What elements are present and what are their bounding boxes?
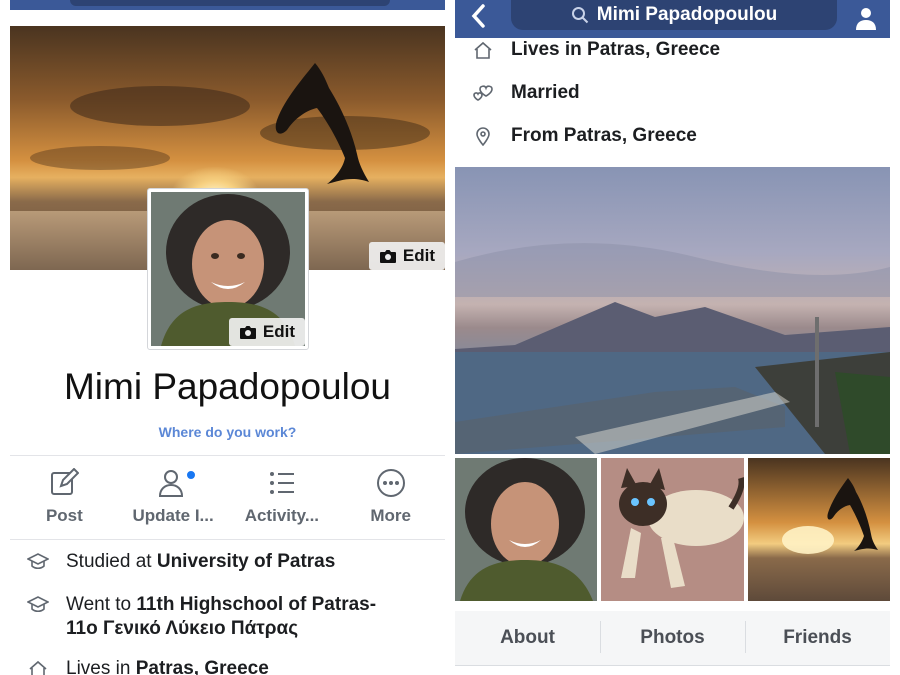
search-value: Mimi Papadopoulou	[596, 4, 778, 25]
sunset-thumbnail	[747, 458, 890, 601]
left-profile-panel: Edit Edit Mimi Papadopoulou Where do you…	[10, 0, 445, 675]
right-about-panel: Mimi Papadopoulou Lives in Patras, Greec…	[455, 0, 890, 675]
intro-prefix: Went to	[66, 594, 137, 615]
notification-dot	[186, 470, 197, 480]
photo-thumbnail-cat[interactable]	[601, 458, 744, 601]
activity-log-label: Activity...	[244, 506, 320, 525]
more-label: More	[370, 506, 411, 525]
info-item-hometown[interactable]: From Patras, Greece	[455, 116, 890, 156]
graduation-cap-icon	[27, 596, 49, 613]
update-info-icon	[159, 470, 184, 497]
profile-actions: Post Update I... Activity... More	[10, 466, 445, 534]
info-text: From Patras, Greece	[511, 125, 697, 146]
intro-item-highschool[interactable]: Went to 11th Highschool of Patras-11ο Γε…	[10, 593, 410, 641]
edit-cover-button[interactable]: Edit	[368, 242, 445, 270]
update-info-label: Update I...	[132, 506, 214, 525]
divider	[10, 539, 445, 540]
divider	[10, 455, 445, 456]
cat-thumbnail	[601, 458, 744, 601]
search-icon	[571, 7, 588, 24]
more-button[interactable]: More	[336, 466, 445, 534]
search-bar[interactable]: Mimi Papadopoulou	[511, 0, 837, 30]
where-do-you-work-link[interactable]: Where do you work?	[10, 424, 445, 440]
intro-value[interactable]: Patras, Greece	[136, 658, 269, 675]
edit-cover-label: Edit	[402, 246, 435, 265]
heart-icon	[473, 85, 493, 101]
edit-profile-picture-button[interactable]: Edit	[228, 318, 305, 346]
info-text: Lives in Patras, Greece	[511, 39, 721, 60]
activity-log-button[interactable]: Activity...	[228, 466, 337, 534]
home-icon	[29, 660, 47, 675]
edit-profile-picture-label: Edit	[262, 322, 295, 341]
graduation-cap-icon	[27, 553, 49, 570]
harbour-landscape	[455, 243, 890, 454]
intro-item-lives[interactable]: Lives in Patras, Greece	[10, 657, 445, 675]
profile-picture[interactable]: Edit	[147, 188, 309, 350]
tab-friends[interactable]: Friends	[745, 621, 890, 653]
compose-icon	[51, 468, 80, 495]
profile-tabs: About Photos Friends	[455, 611, 890, 665]
photo-thumbnails	[455, 458, 890, 601]
home-icon	[474, 41, 492, 59]
search-bar[interactable]	[70, 0, 390, 6]
camera-icon	[239, 325, 256, 339]
intro-value[interactable]: University of Patras	[157, 551, 335, 572]
update-info-button[interactable]: Update I...	[119, 466, 228, 534]
photo-thumbnail-cover[interactable]	[747, 458, 890, 601]
tab-about[interactable]: About	[455, 627, 600, 649]
intro-prefix: Lives in	[66, 658, 136, 675]
post-label: Post	[45, 506, 83, 525]
intro-prefix: Studied at	[66, 551, 157, 572]
featured-photo[interactable]	[455, 167, 890, 454]
portrait-thumbnail	[455, 458, 598, 601]
info-item-relationship[interactable]: Married	[455, 73, 890, 113]
back-arrow-icon[interactable]	[471, 4, 487, 28]
tab-photos[interactable]: Photos	[600, 621, 745, 653]
top-nav-bar	[10, 0, 445, 10]
dolphin-silhouette	[275, 63, 369, 184]
post-button[interactable]: Post	[10, 466, 119, 534]
camera-icon	[379, 249, 396, 263]
profile-name: Mimi Papadopoulou	[63, 366, 392, 407]
more-icon	[376, 469, 405, 497]
person-icon[interactable]	[854, 6, 878, 30]
location-pin-icon	[476, 127, 490, 146]
intro-item-education[interactable]: Studied at University of Patras	[10, 550, 445, 574]
info-item-lives[interactable]: Lives in Patras, Greece	[455, 30, 890, 70]
divider	[455, 665, 890, 666]
activity-log-icon	[269, 472, 294, 494]
info-text: Married	[511, 82, 580, 103]
photo-thumbnail-profile[interactable]	[455, 458, 598, 601]
